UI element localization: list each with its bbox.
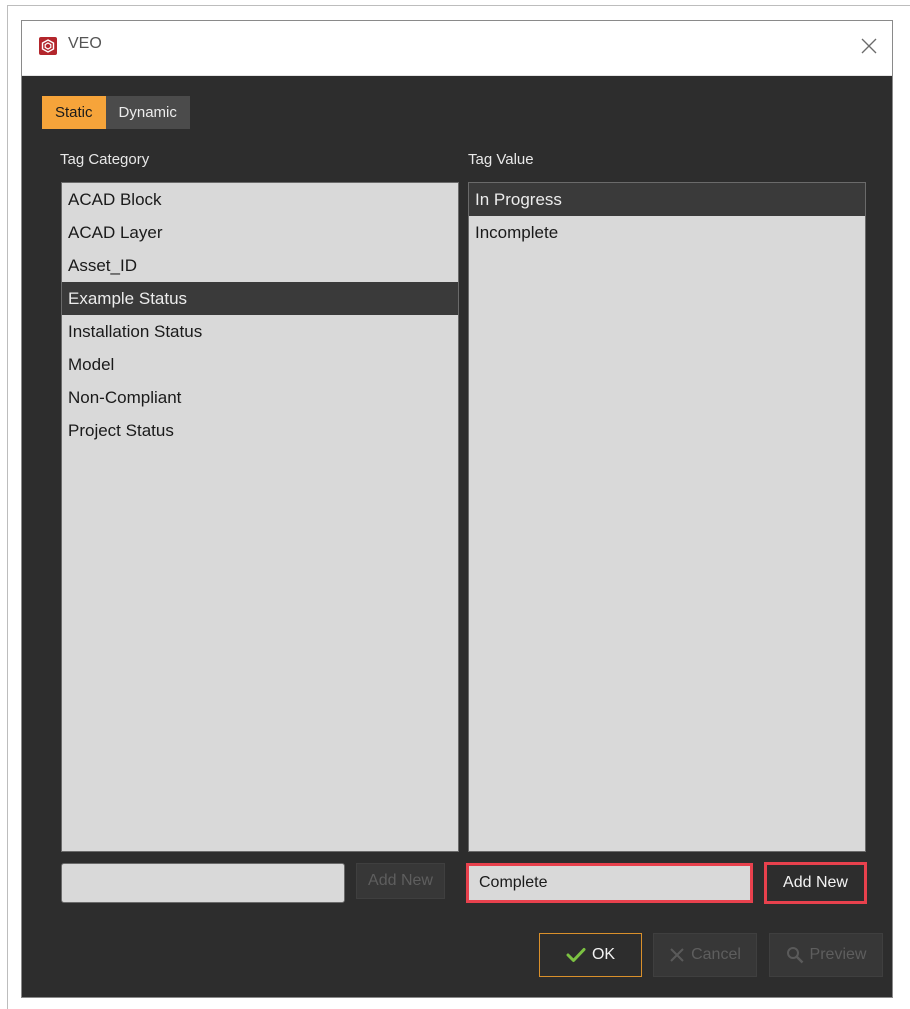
new-value-input[interactable]: [466, 863, 753, 903]
close-button[interactable]: [852, 29, 886, 63]
title-bar: VEO: [22, 21, 892, 76]
tag-category-label: Tag Category: [60, 151, 150, 168]
checkmark-icon: [566, 947, 586, 963]
ok-label: OK: [591, 946, 616, 963]
category-list-item[interactable]: ACAD Block: [62, 183, 458, 216]
preview-label: Preview: [809, 946, 867, 963]
category-list-item[interactable]: Non-Compliant: [62, 381, 458, 414]
preview-button[interactable]: Preview: [769, 933, 883, 977]
tag-value-label: Tag Value: [468, 151, 534, 168]
category-list-item[interactable]: Project Status: [62, 414, 458, 447]
value-list-item[interactable]: In Progress: [469, 183, 865, 216]
cancel-button[interactable]: Cancel: [653, 933, 757, 977]
add-value-button[interactable]: Add New: [764, 862, 867, 904]
veo-logo-icon: [39, 37, 57, 55]
category-list-item[interactable]: Asset_ID: [62, 249, 458, 282]
cancel-label: Cancel: [691, 946, 741, 963]
new-category-input[interactable]: [61, 863, 345, 903]
close-icon: [861, 38, 877, 54]
category-list-item[interactable]: Installation Status: [62, 315, 458, 348]
preview-icon: [786, 946, 804, 964]
add-category-button[interactable]: Add New: [356, 863, 445, 899]
window-title: VEO: [68, 35, 102, 52]
category-list-item[interactable]: Example Status: [62, 282, 458, 315]
category-list-item[interactable]: Model: [62, 348, 458, 381]
veo-dialog: VEO Static Dynamic Tag Category Tag Valu…: [21, 20, 893, 998]
tag-value-list[interactable]: In Progress Incomplete: [468, 182, 866, 852]
tab-static[interactable]: Static: [42, 96, 106, 129]
ok-button[interactable]: OK: [539, 933, 642, 977]
tag-category-list[interactable]: ACAD Block ACAD Layer Asset_ID Example Stat…: [61, 182, 459, 852]
tab-strip: Static Dynamic: [42, 96, 190, 129]
category-list-item[interactable]: ACAD Layer: [62, 216, 458, 249]
cancel-x-icon: [669, 947, 685, 963]
value-list-item[interactable]: Incomplete: [469, 216, 865, 249]
tab-dynamic[interactable]: Dynamic: [105, 96, 190, 129]
